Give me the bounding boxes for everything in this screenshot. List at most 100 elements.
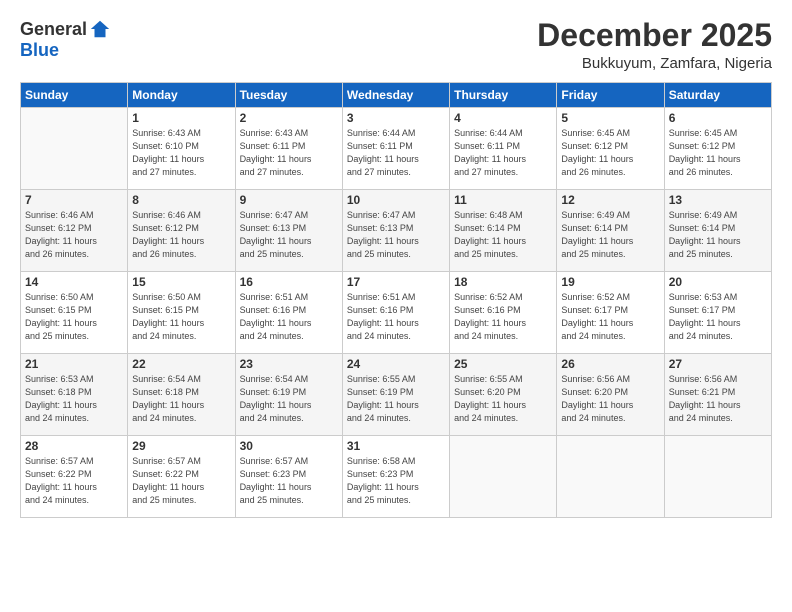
day-cell-w2-d0: 7 Sunrise: 6:46 AM Sunset: 6:12 PM Daylig… — [21, 190, 128, 272]
day-cell-w5-d6 — [664, 436, 771, 518]
day-number: 16 — [240, 275, 338, 289]
day-cell-w2-d5: 12 Sunrise: 6:49 AM Sunset: 6:14 PM Dayli… — [557, 190, 664, 272]
day-number: 14 — [25, 275, 123, 289]
day-info: Sunrise: 6:56 AM Sunset: 6:20 PM Dayligh… — [561, 373, 659, 425]
day-cell-w2-d1: 8 Sunrise: 6:46 AM Sunset: 6:12 PM Daylig… — [128, 190, 235, 272]
day-info: Sunrise: 6:57 AM Sunset: 6:23 PM Dayligh… — [240, 455, 338, 507]
day-number: 27 — [669, 357, 767, 371]
day-info: Sunrise: 6:50 AM Sunset: 6:15 PM Dayligh… — [132, 291, 230, 343]
week-row-5: 28Sunrise: 6:57 AM Sunset: 6:22 PM Dayli… — [21, 436, 772, 518]
week-row-1: 1 Sunrise: 6:43 AM Sunset: 6:10 PM Daylig… — [21, 108, 772, 190]
day-info: Sunrise: 6:43 AM Sunset: 6:10 PM Dayligh… — [132, 127, 230, 179]
day-info: Sunrise: 6:49 AM Sunset: 6:14 PM Dayligh… — [561, 209, 659, 261]
day-cell-w5-d3: 31Sunrise: 6:58 AM Sunset: 6:23 PM Dayli… — [342, 436, 449, 518]
day-cell-w1-d3: 3 Sunrise: 6:44 AM Sunset: 6:11 PM Daylig… — [342, 108, 449, 190]
day-number: 29 — [132, 439, 230, 453]
day-number: 2 — [240, 111, 338, 125]
day-info: Sunrise: 6:48 AM Sunset: 6:14 PM Dayligh… — [454, 209, 552, 261]
day-cell-w5-d2: 30 Sunrise: 6:57 AM Sunset: 6:23 PM Dayli… — [235, 436, 342, 518]
title-section: December 2025 Bukkuyum, Zamfara, Nigeria — [537, 18, 772, 72]
day-number: 8 — [132, 193, 230, 207]
logo-blue-text: Blue — [20, 40, 59, 61]
day-number: 4 — [454, 111, 552, 125]
day-info: Sunrise: 6:43 AM Sunset: 6:11 PM Dayligh… — [240, 127, 338, 179]
day-info: Sunrise: 6:46 AM Sunset: 6:12 PM Dayligh… — [132, 209, 230, 261]
day-info: Sunrise: 6:45 AM Sunset: 6:12 PM Dayligh… — [561, 127, 659, 179]
day-cell-w4-d3: 24Sunrise: 6:55 AM Sunset: 6:19 PM Dayli… — [342, 354, 449, 436]
day-cell-w1-d4: 4 Sunrise: 6:44 AM Sunset: 6:11 PM Daylig… — [450, 108, 557, 190]
header-saturday: Saturday — [664, 83, 771, 108]
day-info: Sunrise: 6:47 AM Sunset: 6:13 PM Dayligh… — [240, 209, 338, 261]
week-row-4: 21Sunrise: 6:53 AM Sunset: 6:18 PM Dayli… — [21, 354, 772, 436]
day-cell-w1-d0 — [21, 108, 128, 190]
week-row-2: 7 Sunrise: 6:46 AM Sunset: 6:12 PM Daylig… — [21, 190, 772, 272]
day-cell-w3-d0: 14 Sunrise: 6:50 AM Sunset: 6:15 PM Dayli… — [21, 272, 128, 354]
day-number: 25 — [454, 357, 552, 371]
day-info: Sunrise: 6:51 AM Sunset: 6:16 PM Dayligh… — [347, 291, 445, 343]
day-cell-w3-d5: 19 Sunrise: 6:52 AM Sunset: 6:17 PM Dayli… — [557, 272, 664, 354]
day-info: Sunrise: 6:54 AM Sunset: 6:18 PM Dayligh… — [132, 373, 230, 425]
day-cell-w4-d5: 26 Sunrise: 6:56 AM Sunset: 6:20 PM Dayli… — [557, 354, 664, 436]
day-info: Sunrise: 6:50 AM Sunset: 6:15 PM Dayligh… — [25, 291, 123, 343]
month-title: December 2025 — [537, 18, 772, 53]
header-thursday: Thursday — [450, 83, 557, 108]
day-cell-w1-d6: 6 Sunrise: 6:45 AM Sunset: 6:12 PM Daylig… — [664, 108, 771, 190]
day-number: 15 — [132, 275, 230, 289]
logo-icon — [89, 18, 111, 40]
day-number: 11 — [454, 193, 552, 207]
day-info: Sunrise: 6:45 AM Sunset: 6:12 PM Dayligh… — [669, 127, 767, 179]
header-wednesday: Wednesday — [342, 83, 449, 108]
day-number: 1 — [132, 111, 230, 125]
day-info: Sunrise: 6:49 AM Sunset: 6:14 PM Dayligh… — [669, 209, 767, 261]
day-cell-w2-d6: 13Sunrise: 6:49 AM Sunset: 6:14 PM Dayli… — [664, 190, 771, 272]
day-cell-w2-d3: 10Sunrise: 6:47 AM Sunset: 6:13 PM Dayli… — [342, 190, 449, 272]
header-tuesday: Tuesday — [235, 83, 342, 108]
logo: General Blue — [20, 18, 111, 61]
day-cell-w2-d2: 9 Sunrise: 6:47 AM Sunset: 6:13 PM Daylig… — [235, 190, 342, 272]
day-info: Sunrise: 6:51 AM Sunset: 6:16 PM Dayligh… — [240, 291, 338, 343]
day-info: Sunrise: 6:46 AM Sunset: 6:12 PM Dayligh… — [25, 209, 123, 261]
day-cell-w5-d1: 29Sunrise: 6:57 AM Sunset: 6:22 PM Dayli… — [128, 436, 235, 518]
week-row-3: 14 Sunrise: 6:50 AM Sunset: 6:15 PM Dayli… — [21, 272, 772, 354]
day-number: 20 — [669, 275, 767, 289]
day-cell-w5-d4 — [450, 436, 557, 518]
day-info: Sunrise: 6:57 AM Sunset: 6:22 PM Dayligh… — [25, 455, 123, 507]
day-cell-w4-d2: 23Sunrise: 6:54 AM Sunset: 6:19 PM Dayli… — [235, 354, 342, 436]
day-number: 19 — [561, 275, 659, 289]
location-subtitle: Bukkuyum, Zamfara, Nigeria — [537, 55, 772, 72]
header-monday: Monday — [128, 83, 235, 108]
day-cell-w1-d5: 5 Sunrise: 6:45 AM Sunset: 6:12 PM Daylig… — [557, 108, 664, 190]
day-number: 26 — [561, 357, 659, 371]
header: General Blue December 2025 Bukkuyum, Zam… — [20, 18, 772, 72]
day-number: 23 — [240, 357, 338, 371]
day-number: 3 — [347, 111, 445, 125]
day-number: 7 — [25, 193, 123, 207]
day-number: 12 — [561, 193, 659, 207]
header-sunday: Sunday — [21, 83, 128, 108]
day-number: 18 — [454, 275, 552, 289]
day-cell-w3-d6: 20 Sunrise: 6:53 AM Sunset: 6:17 PM Dayli… — [664, 272, 771, 354]
header-friday: Friday — [557, 83, 664, 108]
day-info: Sunrise: 6:56 AM Sunset: 6:21 PM Dayligh… — [669, 373, 767, 425]
day-number: 6 — [669, 111, 767, 125]
day-number: 31 — [347, 439, 445, 453]
day-number: 5 — [561, 111, 659, 125]
day-number: 22 — [132, 357, 230, 371]
day-info: Sunrise: 6:53 AM Sunset: 6:18 PM Dayligh… — [25, 373, 123, 425]
day-info: Sunrise: 6:52 AM Sunset: 6:17 PM Dayligh… — [561, 291, 659, 343]
page: General Blue December 2025 Bukkuyum, Zam… — [0, 0, 792, 612]
day-number: 17 — [347, 275, 445, 289]
day-number: 9 — [240, 193, 338, 207]
day-number: 24 — [347, 357, 445, 371]
day-number: 10 — [347, 193, 445, 207]
day-info: Sunrise: 6:44 AM Sunset: 6:11 PM Dayligh… — [454, 127, 552, 179]
day-info: Sunrise: 6:44 AM Sunset: 6:11 PM Dayligh… — [347, 127, 445, 179]
day-cell-w1-d2: 2 Sunrise: 6:43 AM Sunset: 6:11 PM Daylig… — [235, 108, 342, 190]
day-cell-w2-d4: 11 Sunrise: 6:48 AM Sunset: 6:14 PM Dayli… — [450, 190, 557, 272]
day-cell-w4-d4: 25Sunrise: 6:55 AM Sunset: 6:20 PM Dayli… — [450, 354, 557, 436]
day-cell-w3-d1: 15 Sunrise: 6:50 AM Sunset: 6:15 PM Dayli… — [128, 272, 235, 354]
day-number: 30 — [240, 439, 338, 453]
day-cell-w3-d2: 16 Sunrise: 6:51 AM Sunset: 6:16 PM Dayli… — [235, 272, 342, 354]
day-info: Sunrise: 6:53 AM Sunset: 6:17 PM Dayligh… — [669, 291, 767, 343]
day-cell-w3-d3: 17 Sunrise: 6:51 AM Sunset: 6:16 PM Dayli… — [342, 272, 449, 354]
